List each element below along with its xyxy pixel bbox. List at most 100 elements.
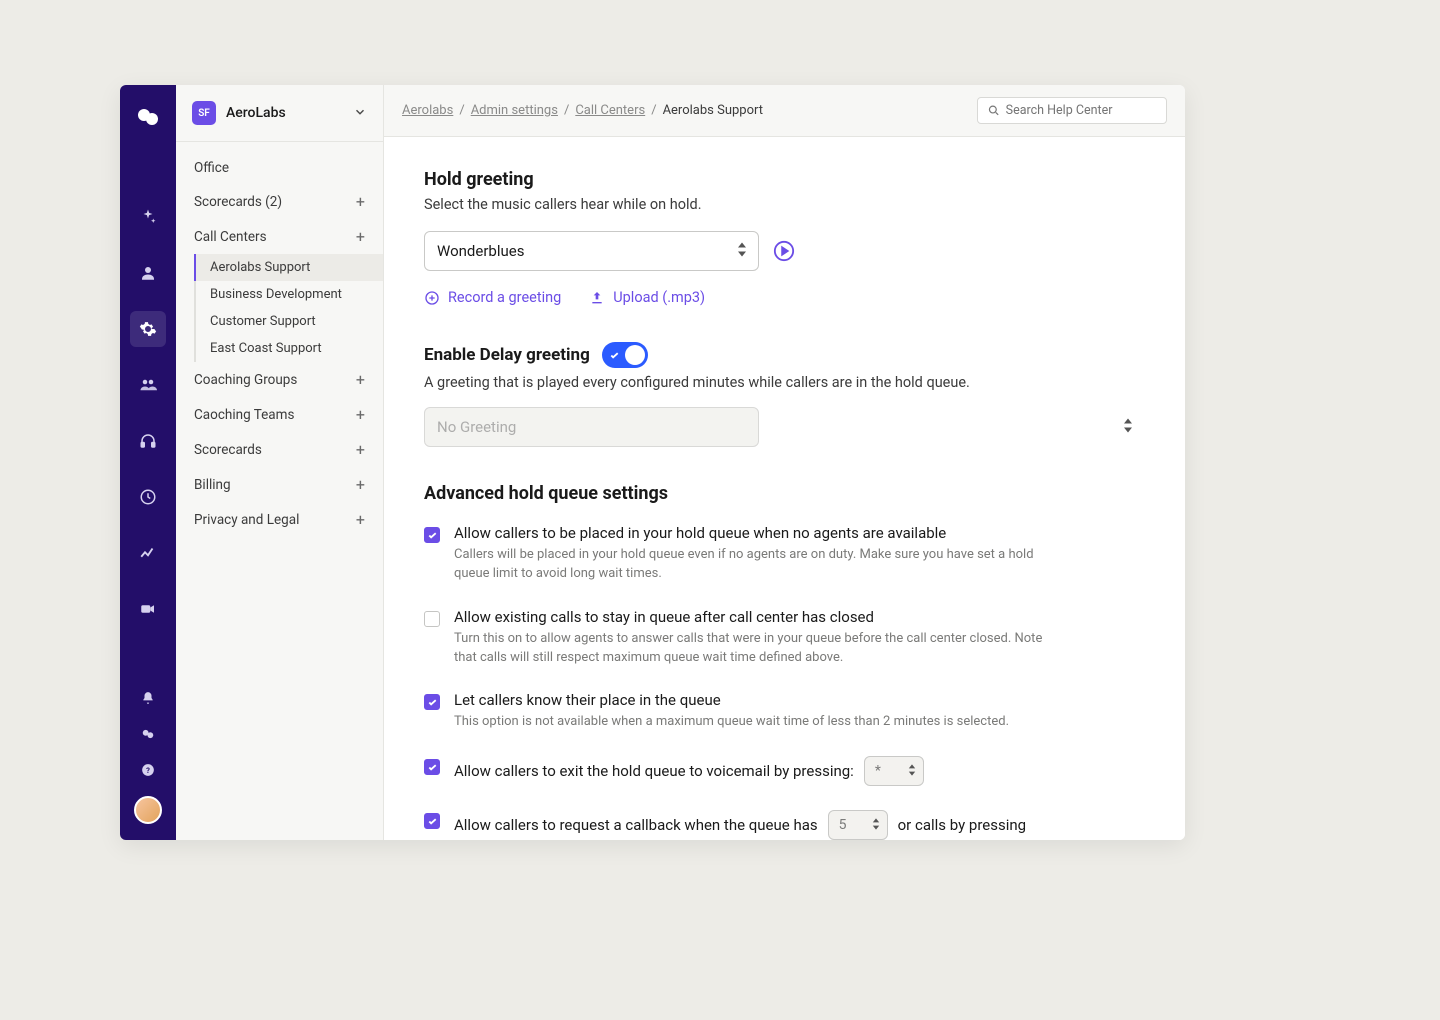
upload-icon: [589, 290, 605, 306]
sidebar-nav: Office Scorecards (2) + Call Centers + Aer…: [176, 142, 383, 547]
bell-icon[interactable]: [138, 688, 158, 708]
sidebar-item-office[interactable]: Office: [176, 152, 383, 184]
video-icon[interactable]: [130, 591, 166, 627]
help-icon[interactable]: ?: [138, 760, 158, 780]
toggle-knob: [625, 345, 645, 365]
delay-greeting-select[interactable]: No Greeting: [424, 407, 1145, 447]
breadcrumb-current: Aerolabs Support: [663, 103, 763, 118]
check-item: Let callers know their place in the queu…: [424, 691, 1145, 732]
sidebar-item-label: Privacy and Legal: [194, 512, 299, 528]
workspace-name: AeroLabs: [226, 105, 343, 121]
sidebar-item-label: Scorecards (2): [194, 194, 282, 210]
check-desc: This option is not available when a maxi…: [454, 713, 1009, 732]
check-label-text: or calls by pressing: [898, 816, 1026, 834]
checkbox[interactable]: [424, 611, 440, 627]
nav-rail: ?: [120, 85, 176, 840]
sidebar-item-call-centers[interactable]: Call Centers +: [176, 219, 383, 254]
headset-icon[interactable]: [130, 423, 166, 459]
check-icon: [609, 350, 620, 361]
checkbox[interactable]: [424, 694, 440, 710]
voicemail-key-select-input[interactable]: *: [864, 756, 924, 786]
contact-icon[interactable]: [130, 255, 166, 291]
plus-icon[interactable]: +: [356, 192, 365, 211]
check-item: Allow callers to exit the hold queue to …: [424, 756, 1145, 786]
plus-icon[interactable]: +: [356, 370, 365, 389]
record-greeting-link[interactable]: Record a greeting: [424, 289, 561, 306]
sidebar-item-label: Call Centers: [194, 229, 267, 245]
sublist-item-aerolabs-support[interactable]: Aerolabs Support: [196, 254, 383, 281]
sidebar-item-coaching-teams[interactable]: Caoching Teams+: [176, 397, 383, 432]
breadcrumb-link[interactable]: Admin settings: [471, 103, 558, 118]
check-icon: [427, 530, 438, 541]
sublist-item-business-dev[interactable]: Business Development: [196, 281, 383, 308]
sidebar-item-label: Billing: [194, 477, 231, 493]
voicemail-key-select[interactable]: *: [864, 756, 924, 786]
rail-icons: [130, 199, 166, 627]
breadcrumb-link[interactable]: Aerolabs: [402, 103, 453, 118]
history-icon[interactable]: [130, 479, 166, 515]
chat-icon[interactable]: [138, 724, 158, 744]
sparkle-icon[interactable]: [130, 199, 166, 235]
plus-icon[interactable]: +: [356, 475, 365, 494]
delay-greeting-subtitle: A greeting that is played every configur…: [424, 374, 1145, 391]
check-desc: Callers will be placed in your hold queu…: [454, 546, 1064, 584]
sidebar-item-scorecards2[interactable]: Scorecards +: [176, 432, 383, 467]
plus-icon[interactable]: +: [356, 440, 365, 459]
hold-music-select[interactable]: Wonderblues: [424, 231, 759, 271]
check-label-text: Allow callers to exit the hold queue to …: [454, 762, 854, 780]
sidebar-item-label: Scorecards: [194, 442, 262, 458]
hold-greeting-subtitle: Select the music callers hear while on h…: [424, 196, 1145, 213]
search-icon: [988, 104, 1000, 117]
check-label-text: Allow callers to request a callback when…: [454, 816, 818, 834]
advanced-check-list: Allow callers to be placed in your hold …: [424, 524, 1145, 840]
callback-queue-select[interactable]: 5: [828, 810, 888, 840]
sidebar-item-privacy[interactable]: Privacy and Legal +: [176, 502, 383, 537]
delay-greeting-select-input[interactable]: No Greeting: [424, 407, 759, 447]
call-centers-sublist: Aerolabs Support Business Development Cu…: [194, 254, 383, 362]
check-item: Allow callers to be placed in your hold …: [424, 524, 1145, 584]
sidebar-item-billing[interactable]: Billing +: [176, 467, 383, 502]
check-label: Allow callers to request a callback when…: [454, 810, 1026, 840]
checkbox[interactable]: [424, 813, 440, 829]
search-input[interactable]: [1006, 103, 1156, 118]
plus-icon[interactable]: +: [356, 510, 365, 529]
sublist-item-customer-support[interactable]: Customer Support: [196, 308, 383, 335]
check-icon: [427, 816, 438, 827]
checkbox[interactable]: [424, 527, 440, 543]
content-area: Hold greeting Select the music callers h…: [384, 137, 1185, 840]
sidebar-item-coaching-groups[interactable]: Coaching Groups+: [176, 362, 383, 397]
plus-circle-icon: [424, 290, 440, 306]
app-frame: ? SF AeroLabs Office Scorecards (2) + Cal…: [120, 85, 1185, 840]
delay-greeting-toggle[interactable]: [602, 342, 648, 368]
hold-music-select-input[interactable]: Wonderblues: [424, 231, 759, 271]
app-logo-icon: [136, 105, 160, 129]
upload-greeting-label: Upload (.mp3): [613, 289, 705, 306]
callback-queue-select-input[interactable]: 5: [828, 810, 888, 840]
play-button[interactable]: [773, 240, 795, 262]
team-icon[interactable]: [130, 367, 166, 403]
workspace-switcher[interactable]: SF AeroLabs: [176, 85, 383, 142]
check-item: Allow callers to request a callback when…: [424, 810, 1145, 840]
rail-bottom: ?: [134, 688, 162, 824]
check-icon: [427, 762, 438, 773]
check-label: Allow callers to exit the hold queue to …: [454, 756, 924, 786]
plus-icon[interactable]: +: [356, 405, 365, 424]
upload-greeting-link[interactable]: Upload (.mp3): [589, 289, 705, 306]
check-label: Allow callers to be placed in your hold …: [454, 524, 1064, 542]
plus-icon[interactable]: +: [356, 227, 365, 246]
sidebar: SF AeroLabs Office Scorecards (2) + Call …: [176, 85, 384, 840]
breadcrumb-link[interactable]: Call Centers: [575, 103, 645, 118]
topbar: Aerolabs/ Admin settings/ Call Centers/ …: [384, 85, 1185, 137]
search-box[interactable]: [977, 97, 1167, 124]
advanced-title: Advanced hold queue settings: [424, 483, 1145, 504]
sublist-item-east-coast[interactable]: East Coast Support: [196, 335, 383, 362]
checkbox[interactable]: [424, 759, 440, 775]
hold-greeting-title: Hold greeting: [424, 169, 1145, 190]
avatar[interactable]: [134, 796, 162, 824]
record-greeting-label: Record a greeting: [448, 289, 561, 306]
gear-icon[interactable]: [130, 311, 166, 347]
check-desc: Turn this on to allow agents to answer c…: [454, 630, 1064, 668]
sidebar-item-scorecards[interactable]: Scorecards (2) +: [176, 184, 383, 219]
trending-icon[interactable]: [130, 535, 166, 571]
check-label: Allow existing calls to stay in queue af…: [454, 608, 1064, 626]
